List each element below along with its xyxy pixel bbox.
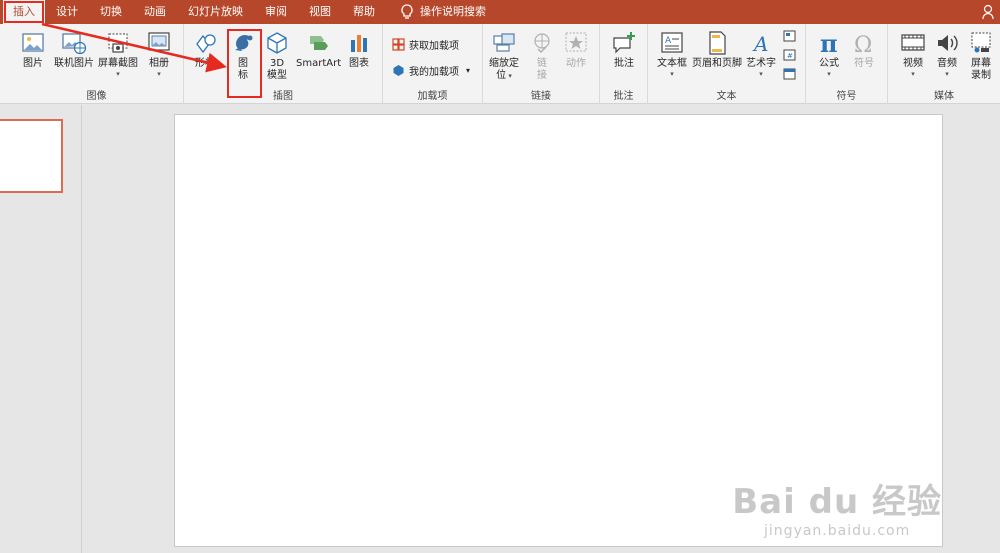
svg-text:Ω: Ω — [854, 33, 872, 56]
group-media: 视频 ▾ 音频 ▾ 屏幕 录制 媒体 — [888, 24, 1000, 104]
date-time-icon[interactable] — [783, 68, 796, 80]
online-picture-icon — [62, 33, 87, 55]
chevron-down-icon: ▾ — [759, 70, 763, 78]
chevron-down-icon: ▾ — [506, 72, 512, 80]
icons-button-highlight — [227, 29, 262, 98]
audio-button[interactable]: 音频 ▾ — [934, 30, 960, 78]
tab-transitions[interactable]: 切换 — [89, 0, 133, 24]
group-label-links: 链接 — [531, 91, 551, 102]
online-pictures-button[interactable]: 联机图片 — [54, 30, 94, 70]
speaker-icon — [938, 35, 958, 51]
group-label-text: 文本 — [716, 91, 737, 102]
group-links: 缩放定 位 ▾ 链 接 动作 链接 — [483, 24, 600, 104]
object-icon[interactable] — [783, 30, 796, 42]
smartart-button[interactable]: SmartArt — [296, 30, 341, 70]
chevron-down-icon: ▾ — [945, 70, 949, 78]
screen-recording-button[interactable]: 屏幕 录制 — [968, 30, 994, 82]
textbox-button[interactable]: A 文本框 ▾ — [657, 30, 687, 78]
tab-review[interactable]: 审阅 — [254, 0, 298, 24]
screenshot-button[interactable]: 屏幕截图 ▾ — [98, 30, 138, 78]
tab-animations[interactable]: 动画 — [133, 0, 177, 24]
zoom-button[interactable]: 缩放定 位 ▾ — [489, 30, 519, 82]
group-label-symbols: 符号 — [836, 91, 857, 102]
omega-icon: Ω — [854, 33, 872, 56]
group-label-addins: 加载项 — [417, 91, 448, 102]
svg-text:#: # — [787, 52, 793, 60]
baidu-jingyan-watermark: Bai du 经验 jingyan.baidu.com — [732, 474, 942, 539]
shapes-icon — [196, 34, 216, 54]
group-image: 图片 联机图片 屏幕截图 ▾ 相册 ▾ 图像 — [10, 24, 184, 104]
smartart-icon — [309, 36, 328, 50]
header-footer-icon — [709, 31, 726, 55]
link-icon — [534, 33, 550, 54]
wordart-button[interactable]: A 艺术字 ▾ — [746, 30, 776, 78]
pictures-button[interactable]: 图片 — [20, 30, 46, 70]
chevron-down-icon: ▾ — [911, 70, 915, 78]
photo-album-button[interactable]: 相册 ▾ — [146, 30, 172, 78]
ribbon-tab-bar: 插入 设计 切换 动画 幻灯片放映 审阅 视图 帮助 操作说明搜索 — [0, 0, 1000, 24]
watermark-url: jingyan.baidu.com — [764, 523, 911, 539]
chevron-down-icon: ▾ — [157, 70, 161, 78]
account-icon[interactable] — [982, 4, 996, 20]
group-label-image: 图像 — [86, 91, 107, 102]
video-button[interactable]: 视频 ▾ — [900, 30, 926, 78]
group-label-media: 媒体 — [934, 91, 954, 102]
textbox-icon: A — [661, 32, 683, 53]
store-icon — [392, 38, 405, 51]
chevron-down-icon: ▾ — [466, 66, 471, 75]
group-label-illustrations: 插图 — [273, 91, 293, 102]
group-addins: 获取加载项 我的加载项 ▾ 加载项 — [383, 24, 483, 104]
action-button[interactable]: 动作 — [563, 30, 589, 70]
photo-album-icon — [148, 32, 170, 51]
lightbulb-icon — [401, 4, 413, 19]
star-icon — [565, 32, 587, 52]
group-illustrations: 形状 图 标 3D 模型 SmartArt 图表 插图 — [184, 24, 383, 104]
shapes-button[interactable]: 形状 — [192, 30, 218, 70]
chevron-down-icon: ▾ — [827, 70, 831, 78]
tab-slideshow[interactable]: 幻灯片放映 — [177, 0, 254, 24]
screen-recording-icon — [971, 32, 991, 53]
equation-button[interactable]: π 公式 ▾ — [816, 30, 842, 78]
cube-icon — [267, 32, 287, 54]
chevron-down-icon: ▾ — [116, 70, 120, 78]
svg-text:A: A — [752, 32, 768, 56]
get-addins-button[interactable]: 获取加载项 — [392, 37, 459, 52]
zoom-icon — [493, 33, 515, 52]
group-text: A 文本框 ▾ 页眉和页脚 A 艺术字 ▾ # 文本 — [648, 24, 806, 104]
symbol-button[interactable]: Ω 符号 — [851, 30, 877, 70]
3d-models-button[interactable]: 3D 模型 — [264, 30, 290, 82]
slide-thumbnail[interactable] — [0, 119, 63, 193]
baidu-logo: Bai du 经验 — [732, 482, 942, 522]
picture-icon — [22, 33, 44, 52]
tab-design[interactable]: 设计 — [45, 0, 89, 24]
group-label-comments: 批注 — [613, 91, 634, 102]
tab-view[interactable]: 视图 — [298, 0, 342, 24]
comment-icon — [613, 32, 635, 54]
pi-icon: π — [820, 30, 838, 56]
header-footer-button[interactable]: 页眉和页脚 — [692, 30, 742, 70]
group-comments: 批注 批注 — [600, 24, 648, 104]
chart-button[interactable]: 图表 — [346, 30, 372, 70]
tab-insert[interactable]: 插入 — [3, 0, 45, 24]
tab-help[interactable]: 帮助 — [342, 0, 386, 24]
group-symbols: π 公式 ▾ Ω 符号 符号 — [806, 24, 888, 104]
my-addins-button[interactable]: 我的加载项 ▾ — [392, 63, 470, 78]
svg-text:A: A — [665, 36, 672, 46]
link-button[interactable]: 链 接 — [529, 30, 555, 82]
film-icon — [901, 34, 925, 51]
slide-number-icon[interactable]: # — [783, 49, 796, 61]
comment-button[interactable]: 批注 — [611, 30, 637, 70]
svg-text:π: π — [820, 30, 838, 56]
slide-thumbnail-pane — [0, 105, 82, 553]
search-label: 操作说明搜索 — [420, 5, 486, 18]
chevron-down-icon: ▾ — [670, 70, 674, 78]
wordart-icon: A — [752, 32, 768, 56]
chart-icon — [351, 35, 367, 52]
tell-me-search[interactable]: 操作说明搜索 — [386, 0, 497, 24]
my-addins-icon — [393, 65, 404, 76]
ribbon: 图片 联机图片 屏幕截图 ▾ 相册 ▾ 图像 形状 图 标 3D 模型 Smar… — [0, 24, 1000, 104]
screenshot-icon — [108, 33, 128, 53]
